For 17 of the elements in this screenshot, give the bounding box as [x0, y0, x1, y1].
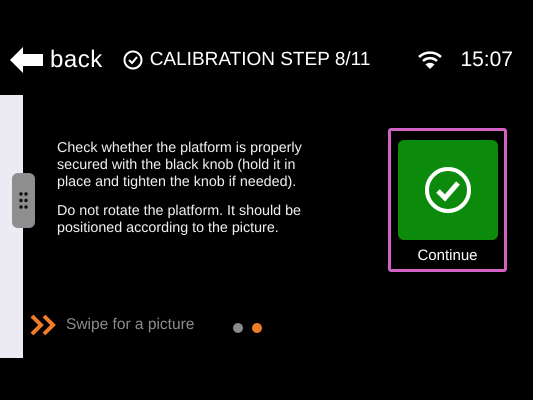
swipe-hint: Swipe for a picture	[66, 316, 194, 334]
instruction-text: Check whether the platform is properly secured with the black knob (hold it in place and tighten the knob if needed).	[57, 140, 303, 191]
double-chevron-icon	[30, 314, 58, 336]
page-dot[interactable]	[233, 323, 244, 333]
check-circle-icon	[122, 50, 143, 70]
grip-icon	[19, 192, 28, 209]
step-title: CALIBRATION STEP 8/11	[150, 49, 370, 71]
wifi-icon	[418, 51, 442, 69]
continue-button[interactable]: Continue	[388, 128, 507, 272]
drawer-handle[interactable]	[12, 173, 35, 228]
side-panel[interactable]	[0, 95, 35, 358]
back-arrow-icon	[10, 47, 44, 73]
clock-time: 15:07	[460, 48, 513, 72]
page-dot[interactable]	[252, 323, 262, 333]
back-button[interactable]: back	[10, 46, 103, 74]
instruction-text: Do not rotate the platform. It should be positioned according to the picture.	[57, 203, 302, 237]
check-circle-icon	[422, 165, 472, 215]
